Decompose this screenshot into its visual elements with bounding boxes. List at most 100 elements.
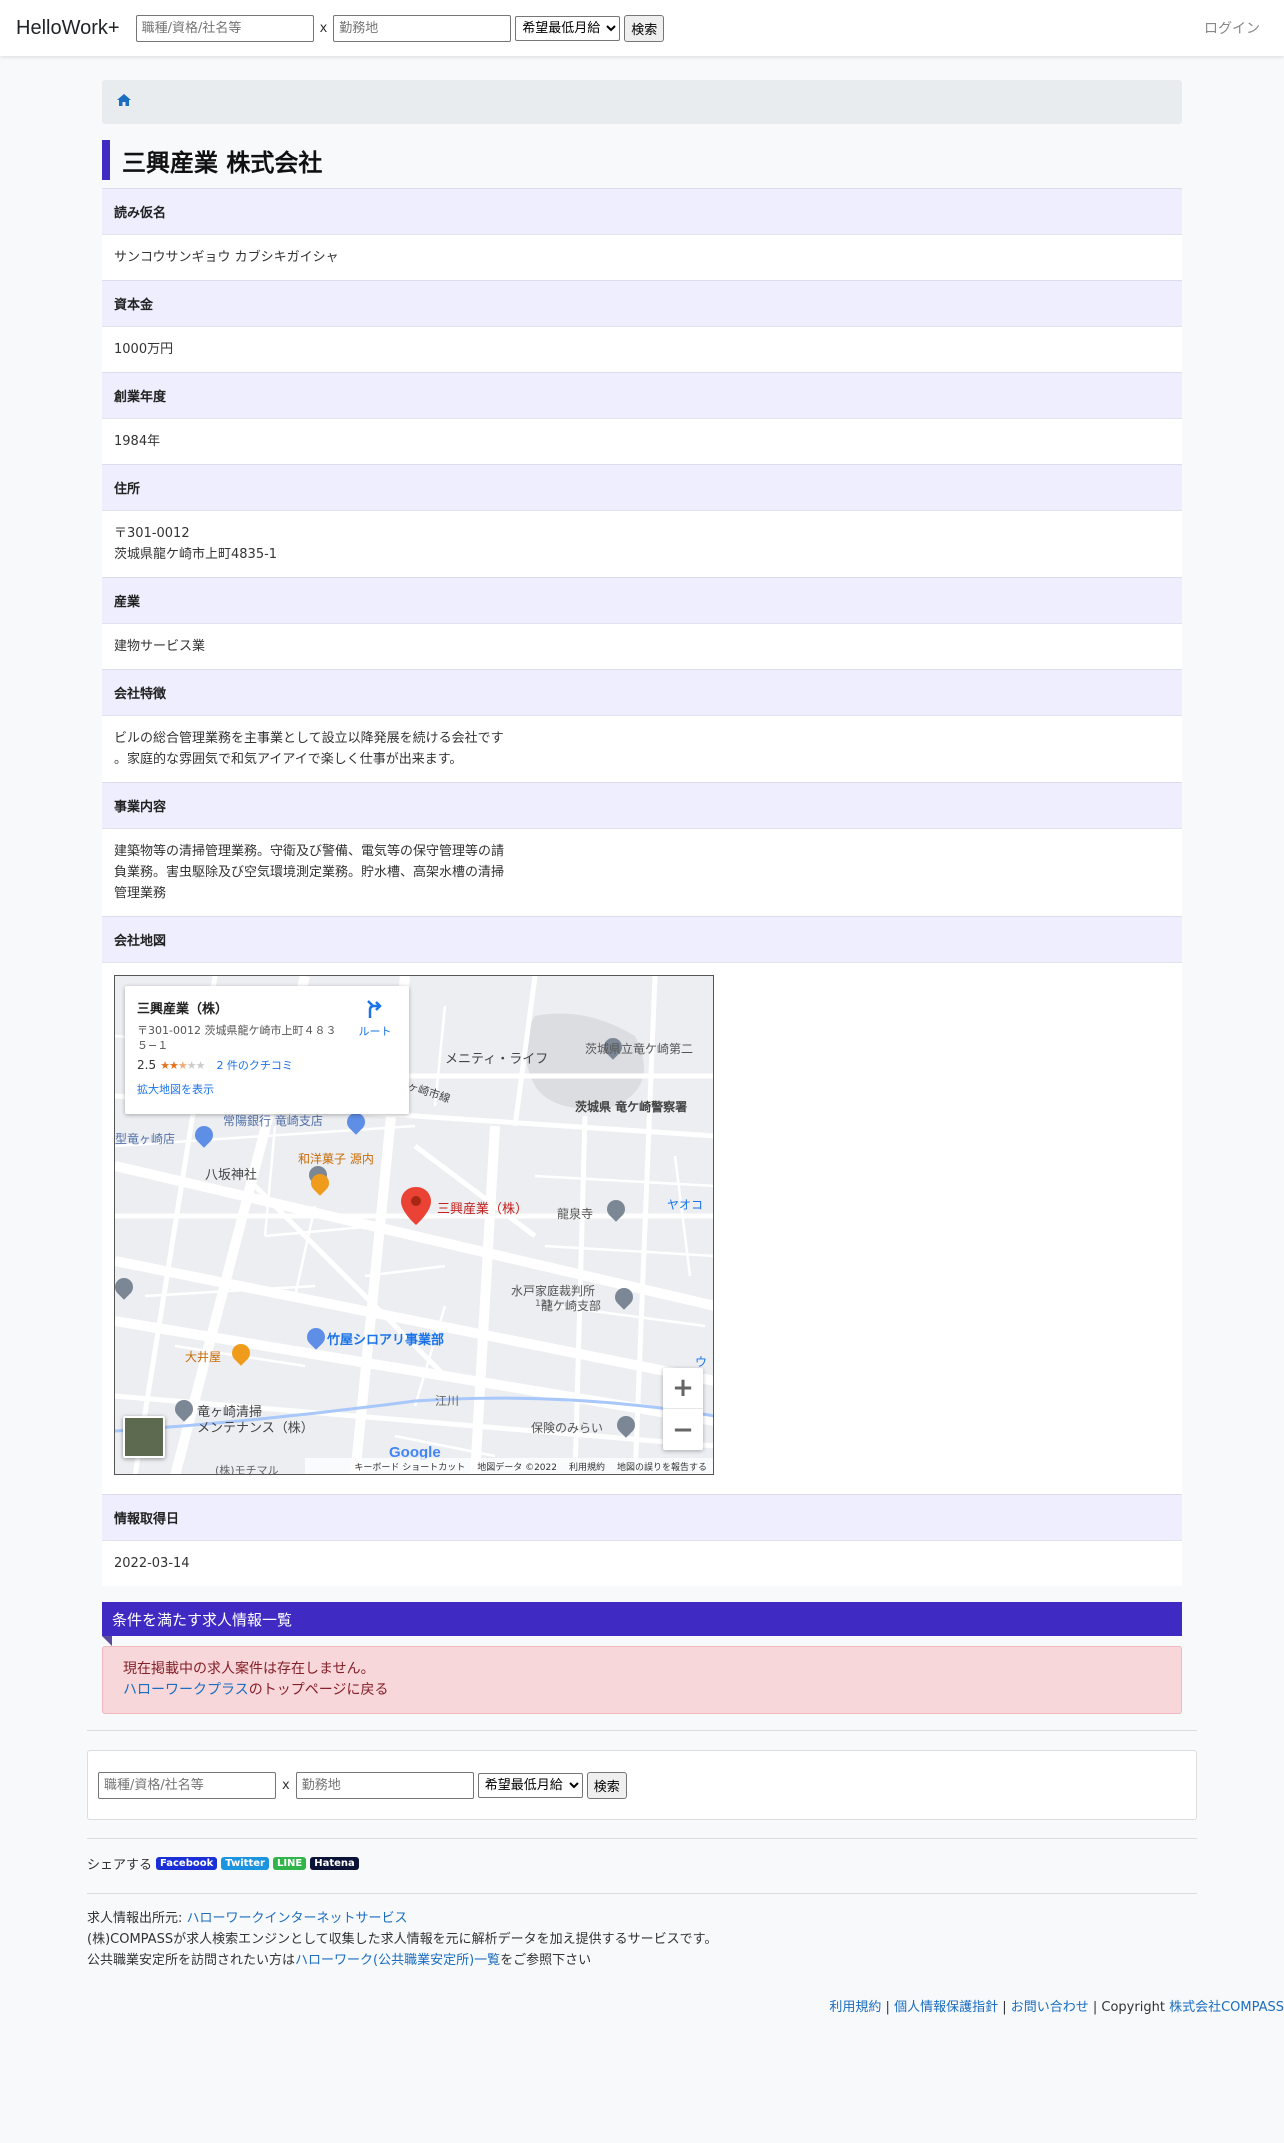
- field-label-address: 住所: [102, 464, 1182, 510]
- field-value-features: ビルの総合管理業務を主事業として設立以降発展を続ける会社です 。家庭的な雰囲気で…: [102, 715, 1182, 782]
- field-value-industry: 建物サービス業: [102, 623, 1182, 669]
- zoom-controls: + −: [663, 1368, 703, 1450]
- brand-logo[interactable]: HelloWork+: [16, 17, 120, 40]
- satellite-toggle-button[interactable]: [123, 1416, 165, 1458]
- field-label-reading: 読み仮名: [102, 188, 1182, 234]
- search-separator: x: [319, 20, 328, 36]
- map-label: 常陽銀行 竜崎支店: [223, 1114, 323, 1128]
- location-pin-icon[interactable]: [401, 1187, 431, 1225]
- field-value-date: 2022-03-14: [102, 1540, 1182, 1586]
- rating-value: 2.5: [137, 1058, 157, 1072]
- office-prefix: 公共職業安定所を訪問されたい方は: [87, 1953, 296, 1968]
- office-line: 公共職業安定所を訪問されたい方はハローワーク(公共職業安定所)一覧をご参照下さい: [87, 1950, 717, 1971]
- share-label: シェアする: [87, 1858, 153, 1873]
- features-text: ビルの総合管理業務を主事業として設立以降発展を続ける会社です 。家庭的な雰囲気で…: [114, 731, 504, 767]
- company-pin-label: 三興産業（株）: [437, 1202, 529, 1217]
- zoom-in-button[interactable]: +: [663, 1368, 703, 1409]
- route-label: ルート: [358, 1025, 392, 1038]
- map-label: 型竜ヶ崎店: [115, 1132, 176, 1146]
- twitter-share-button[interactable]: Twitter: [221, 1857, 269, 1870]
- map-label: 茨城県 竜ケ崎警察署: [575, 1100, 688, 1114]
- back-suffix: のトップページに戻る: [248, 1682, 389, 1698]
- field-label-business: 事業内容: [102, 782, 1182, 828]
- divider: [87, 1838, 1197, 1839]
- home-icon[interactable]: [116, 92, 132, 112]
- map-label: 龍泉寺: [557, 1207, 594, 1221]
- map-attribution: キーボード ショートカット 地図データ ©2022 利用規約 地図の誤りを報告す…: [115, 1458, 713, 1474]
- divider: [87, 1730, 1197, 1731]
- back-line: ハローワークプラスのトップページに戻る: [123, 1680, 1161, 1701]
- divider: [87, 1893, 1197, 1894]
- reviews-link[interactable]: 2 件のクチコミ: [216, 1057, 293, 1073]
- field-label-founded: 創業年度: [102, 372, 1182, 418]
- map-label: 江川: [435, 1394, 460, 1408]
- source-link[interactable]: ハローワークインターネットサービス: [187, 1911, 408, 1926]
- bottom-keyword-input[interactable]: [98, 1771, 276, 1799]
- login-link[interactable]: ログイン: [1204, 18, 1260, 38]
- zoom-out-button[interactable]: −: [663, 1409, 703, 1450]
- map-terms-link[interactable]: 利用規約: [569, 1460, 605, 1473]
- main-content: 三興産業 株式会社 読み仮名 サンコウサンギョウ カブシキガイシャ 資本金 10…: [102, 80, 1182, 1714]
- map-label: 保険のみらい: [531, 1421, 604, 1435]
- salary-select[interactable]: 希望最低月給: [515, 15, 621, 41]
- job-list-heading: 条件を満たす求人情報一覧: [102, 1602, 1182, 1646]
- no-jobs-alert: 現在掲載中の求人案件は存在しません。 ハローワークプラスのトップページに戻る: [102, 1646, 1182, 1714]
- place-rating: 2.5 ★★★★★ 2 件のクチコミ: [137, 1057, 397, 1073]
- line-share-button[interactable]: LINE: [272, 1857, 307, 1870]
- bottom-salary-select[interactable]: 希望最低月給: [477, 1772, 583, 1798]
- keyword-input[interactable]: [135, 14, 314, 42]
- no-jobs-message: 現在掲載中の求人案件は存在しません。: [123, 1661, 375, 1677]
- facebook-share-button[interactable]: Facebook: [156, 1857, 218, 1870]
- search-button[interactable]: 検索: [624, 14, 665, 42]
- service-description: (株)COMPASSが求人検索エンジンとして収集した求人情報を元に解析データを加…: [87, 1932, 718, 1947]
- keyboard-shortcuts-link[interactable]: キーボード ショートカット: [354, 1460, 465, 1473]
- field-value-business: 建築物等の清掃管理業務。守衛及び警備、電気等の保守管理等の請 負業務。害虫駆除及…: [102, 828, 1182, 916]
- bottom-search-box: x 希望最低月給 検索: [87, 1750, 1197, 1820]
- heading-ribbon: [102, 1636, 112, 1646]
- field-label-features: 会社特徴: [102, 669, 1182, 715]
- map-cell: 121 メニティ・ライフ 茨城県立竜ケ崎第二 茨城県 竜ケ崎警察署 常陽銀行 竜…: [102, 962, 1182, 1494]
- privacy-link[interactable]: 個人情報保護指針: [894, 2000, 998, 2015]
- company-map[interactable]: 121 メニティ・ライフ 茨城県立竜ケ崎第二 茨城県 竜ケ崎警察署 常陽銀行 竜…: [114, 975, 714, 1475]
- contact-link[interactable]: お問い合わせ: [1011, 2000, 1089, 2015]
- directions-icon: [367, 1000, 382, 1018]
- terms-link[interactable]: 利用規約: [829, 2000, 881, 2015]
- field-value-capital: 1000万円: [102, 326, 1182, 372]
- business-text: 建築物等の清掃管理業務。守衛及び警備、電気等の保守管理等の請 負業務。害虫駆除及…: [114, 844, 505, 901]
- job-list-title: 条件を満たす求人情報一覧: [112, 1610, 293, 1629]
- map-label: 大井屋: [185, 1350, 222, 1364]
- share-bar: シェアする Facebook Twitter LINE Hatena: [87, 1854, 359, 1873]
- bottom-search-form: x 希望最低月給 検索: [98, 1771, 627, 1799]
- company-info-table: 読み仮名 サンコウサンギョウ カブシキガイシャ 資本金 1000万円 創業年度 …: [102, 188, 1182, 1586]
- map-label: 竹屋シロアリ事業部: [327, 1333, 445, 1348]
- field-value-founded: 1984年: [102, 418, 1182, 464]
- page-title: 三興産業 株式会社: [102, 140, 1182, 180]
- route-button[interactable]: ルート: [355, 998, 395, 1039]
- source-line: 求人情報出所元: ハローワークインターネットサービス: [87, 1908, 717, 1929]
- location-input[interactable]: [333, 14, 512, 42]
- rating-stars-icon: ★★★★★: [160, 1058, 205, 1072]
- address-text: 〒301-0012 茨城県龍ケ崎市上町4835-1: [114, 526, 278, 562]
- report-error-link[interactable]: 地図の誤りを報告する: [617, 1460, 707, 1473]
- header-search-form: x 希望最低月給 検索: [135, 14, 665, 42]
- bottom-location-input[interactable]: [295, 1771, 474, 1799]
- hatena-share-button[interactable]: Hatena: [310, 1857, 359, 1870]
- compass-link[interactable]: 株式会社COMPASS: [1169, 2000, 1284, 2015]
- field-label-capital: 資本金: [102, 280, 1182, 326]
- enlarge-map-link[interactable]: 拡大地図を表示: [137, 1081, 397, 1097]
- top-navbar: HelloWork+ x 希望最低月給 検索 ログイン: [0, 0, 1284, 56]
- bottom-search-button[interactable]: 検索: [586, 1771, 627, 1799]
- map-label: 和洋菓子 源内: [298, 1152, 374, 1166]
- field-value-address: 〒301-0012 茨城県龍ケ崎市上町4835-1: [102, 510, 1182, 577]
- field-label-map: 会社地図: [102, 916, 1182, 962]
- map-label: メニティ・ライフ: [445, 1052, 549, 1067]
- map-label: 八坂神社: [205, 1168, 258, 1183]
- hellowork-plus-link[interactable]: ハローワークプラス: [123, 1682, 249, 1698]
- office-list-link[interactable]: ハローワーク(公共職業安定所)一覧: [295, 1953, 500, 1968]
- field-label-industry: 産業: [102, 577, 1182, 623]
- breadcrumb: [102, 80, 1182, 124]
- map-data-text: 地図データ ©2022: [477, 1462, 557, 1473]
- place-info-card: 三興産業（株） 〒301-0012 茨城県龍ケ崎市上町４８３５−１ 2.5 ★★…: [125, 986, 409, 1114]
- footer-info: 求人情報出所元: ハローワークインターネットサービス (株)COMPASSが求人…: [87, 1908, 717, 1971]
- field-value-reading: サンコウサンギョウ カブシキガイシャ: [102, 234, 1182, 280]
